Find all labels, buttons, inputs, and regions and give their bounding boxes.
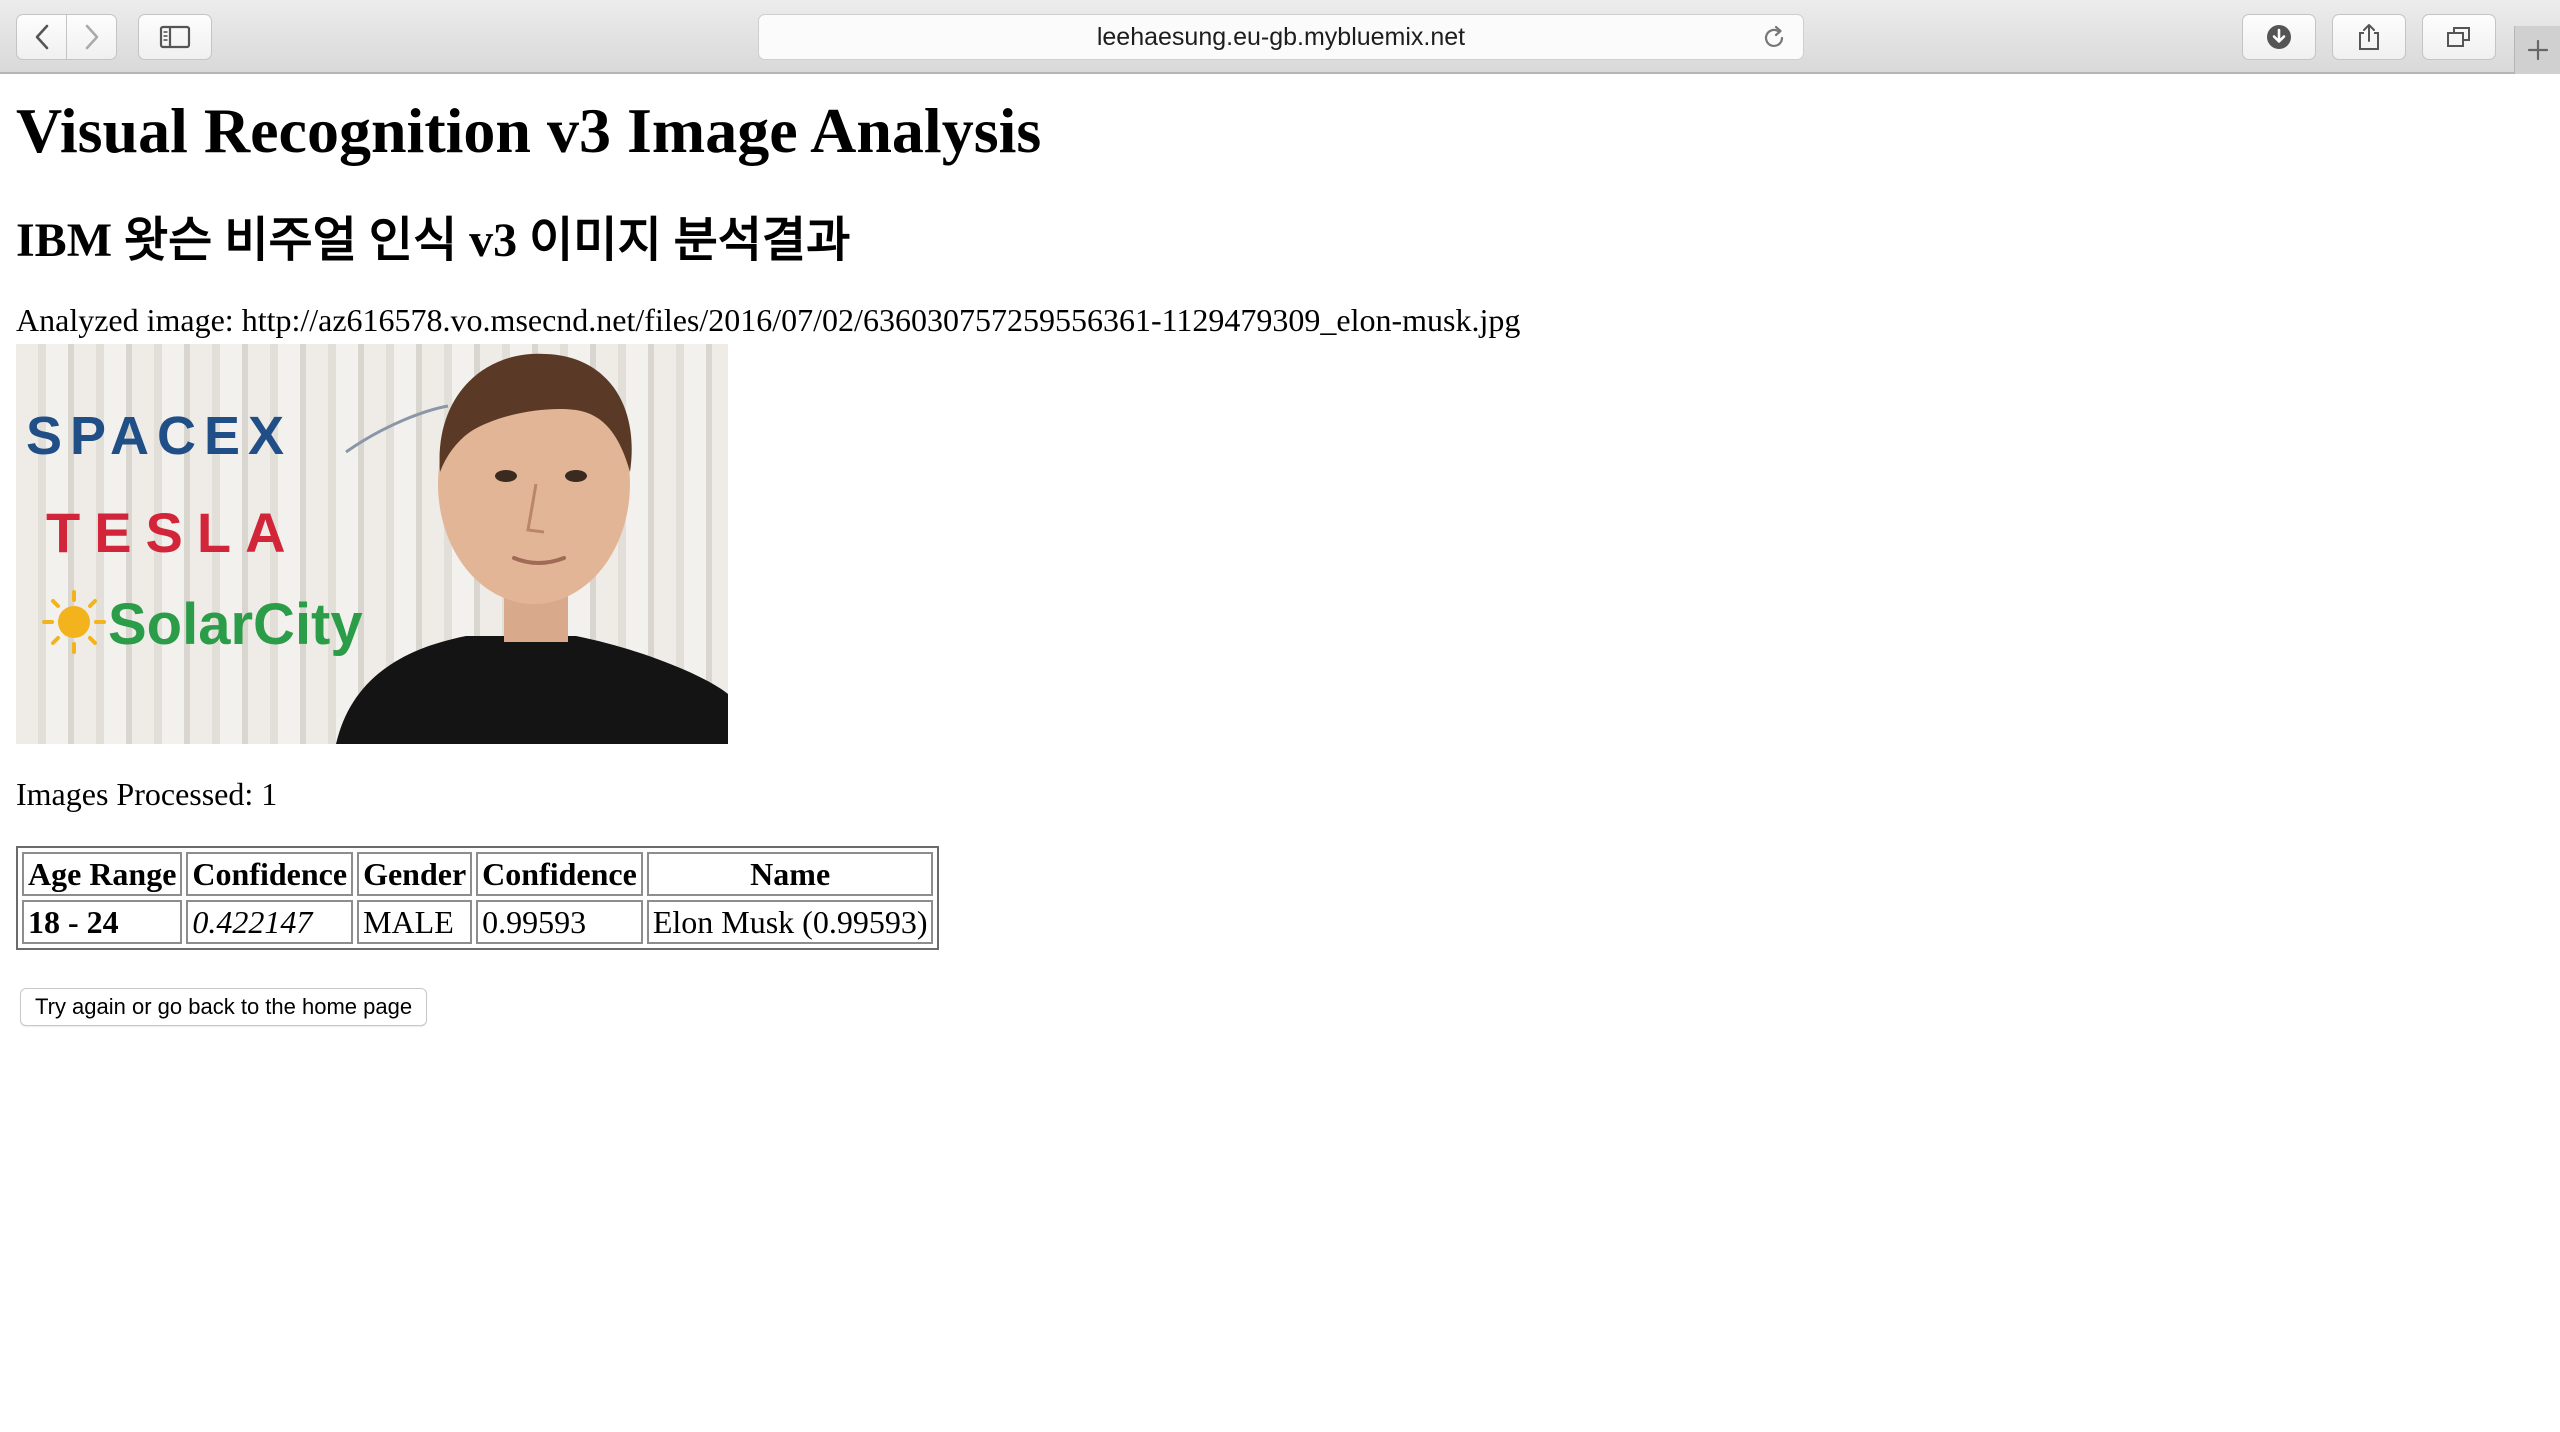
plus-icon	[2527, 39, 2549, 61]
analyzed-image-label: Analyzed image:	[16, 302, 242, 338]
forward-button[interactable]	[66, 14, 117, 60]
page-subtitle: IBM 왓슨 비주얼 인식 v3 이미지 분석결과	[16, 214, 851, 267]
table-header-row: Age Range Confidence Gender Confidence N…	[22, 852, 934, 896]
sidebar-toggle-button[interactable]	[138, 14, 212, 60]
url-text: leehaesung.eu-gb.mybluemix.net	[1096, 22, 1466, 51]
browser-toolbar: leehaesung.eu-gb.mybluemix.net	[0, 0, 2560, 74]
analyzed-image-illustration: SPACEX TESLA SolarCity	[26, 353, 728, 744]
spacex-logo-text: SPACEX	[26, 406, 292, 466]
share-button[interactable]	[2332, 14, 2406, 60]
share-icon	[2359, 24, 2379, 50]
header-age-range: Age Range	[22, 852, 183, 896]
results-table: Age Range Confidence Gender Confidence N…	[16, 846, 940, 950]
analyzed-image-url: http://az616578.vo.msecnd.net/files/2016…	[241, 302, 1521, 338]
analyzed-image: SPACEX TESLA SolarCity	[16, 344, 728, 744]
download-icon	[2267, 25, 2291, 49]
downloads-button[interactable]	[2242, 14, 2316, 60]
header-gender: Gender	[357, 852, 473, 896]
home-page-button[interactable]: Try again or go back to the home page	[20, 988, 428, 1026]
analyzed-image-line: Analyzed image: http://az616578.vo.msecn…	[16, 302, 1520, 339]
sidebar-icon	[159, 25, 191, 49]
navigation-buttons	[16, 14, 118, 60]
tesla-logo-text: TESLA	[46, 501, 300, 564]
cell-age-range: 18 - 24	[22, 900, 183, 944]
chevron-left-icon	[35, 24, 48, 50]
person-portrait	[336, 353, 728, 744]
header-age-confidence: Confidence	[186, 852, 354, 896]
header-name: Name	[646, 852, 934, 896]
new-tab-button[interactable]	[2514, 26, 2560, 74]
table-row: 18 - 24 0.422147 MALE 0.99593 Elon Musk …	[22, 900, 934, 944]
back-button[interactable]	[16, 14, 67, 60]
cell-age-confidence: 0.422147	[186, 900, 354, 944]
tabs-overview-icon	[2447, 27, 2470, 47]
spacex-swoosh	[345, 404, 449, 454]
solarcity-logo-text: SolarCity	[108, 592, 363, 657]
reload-icon[interactable]	[1761, 25, 1787, 51]
cell-name: Elon Musk (0.99593)	[646, 900, 934, 944]
show-tabs-button[interactable]	[2422, 14, 2496, 60]
address-bar[interactable]: leehaesung.eu-gb.mybluemix.net	[758, 14, 1804, 60]
page-title: Visual Recognition v3 Image Analysis	[16, 95, 1042, 166]
chevron-right-icon	[85, 24, 98, 50]
images-processed-count: Images Processed: 1	[16, 776, 278, 812]
solarcity-sun-icon	[42, 590, 106, 654]
header-gender-confidence: Confidence	[476, 852, 643, 896]
cell-gender-confidence: 0.99593	[476, 900, 643, 944]
cell-gender: MALE	[357, 900, 473, 944]
